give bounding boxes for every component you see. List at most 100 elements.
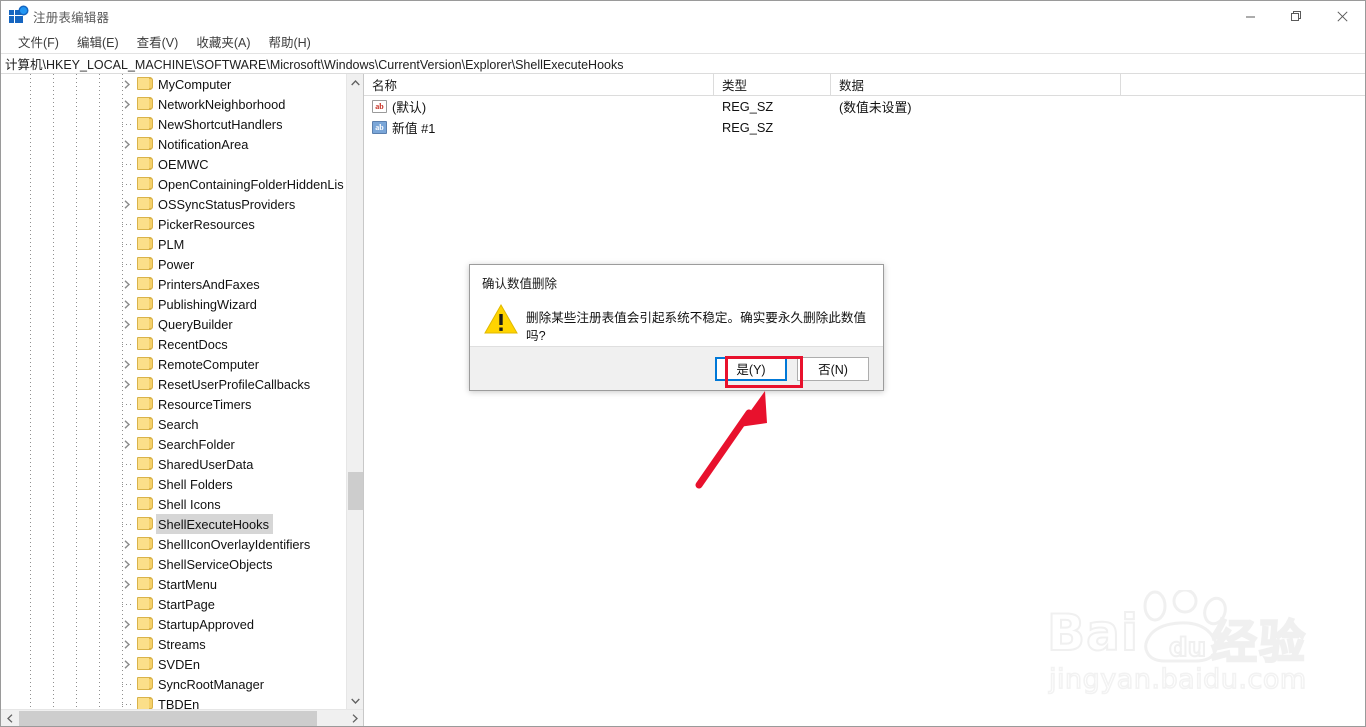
tree-hscrollbar-thumb[interactable] — [19, 711, 317, 726]
tree-item-label: ResourceTimers — [158, 396, 252, 412]
tree-item-notificationarea[interactable]: NotificationArea — [1, 134, 346, 154]
menu-item-edit[interactable]: 编辑(E) — [68, 30, 128, 54]
tree-item-shellserviceobjects[interactable]: ShellServiceObjects — [1, 554, 346, 574]
menu-item-favorites[interactable]: 收藏夹(A) — [187, 30, 259, 54]
chevron-right-icon[interactable] — [119, 614, 135, 634]
registry-tree[interactable]: MyComputer NetworkNeighborhood NewShortcut… — [1, 74, 346, 709]
registry-tree-pane: MyComputer NetworkNeighborhood NewShortcut… — [1, 74, 364, 726]
string-value-icon: ab — [372, 100, 387, 113]
folder-icon — [137, 217, 153, 230]
chevron-right-icon[interactable] — [119, 534, 135, 554]
chevron-right-icon[interactable] — [119, 94, 135, 114]
tree-item-resetuserprofilecallbacks[interactable]: ResetUserProfileCallbacks — [1, 374, 346, 394]
folder-icon — [137, 317, 153, 330]
folder-icon — [137, 397, 153, 410]
tree-item-recentdocs[interactable]: RecentDocs — [1, 334, 346, 354]
scroll-right-icon[interactable] — [346, 710, 363, 727]
chevron-right-icon[interactable] — [119, 634, 135, 654]
tree-item-shelliconoverlayidentifiers[interactable]: ShellIconOverlayIdentifiers — [1, 534, 346, 554]
column-header-type[interactable]: 类型 — [714, 74, 831, 95]
tree-item-shellexecutehooks[interactable]: ShellExecuteHooks — [1, 514, 346, 534]
tree-item-startupapproved[interactable]: StartupApproved — [1, 614, 346, 634]
tree-item-startpage[interactable]: StartPage — [1, 594, 346, 614]
menu-item-view[interactable]: 查看(V) — [128, 30, 188, 54]
values-list[interactable]: ab (默认) REG_SZ (数值未设置) ab 新值 #1 REG_SZ — [364, 96, 1365, 138]
tree-item-syncrootmanager[interactable]: SyncRootManager — [1, 674, 346, 694]
tree-item-startmenu[interactable]: StartMenu — [1, 574, 346, 594]
tree-item-mycomputer[interactable]: MyComputer — [1, 74, 346, 94]
folder-icon — [137, 497, 153, 510]
scroll-up-icon[interactable] — [347, 74, 363, 91]
scroll-left-icon[interactable] — [1, 710, 18, 727]
tree-item-label: NewShortcutHandlers — [158, 116, 283, 132]
tree-item-svden[interactable]: SVDEn — [1, 654, 346, 674]
chevron-right-icon[interactable] — [119, 434, 135, 454]
tree-item-shell-folders[interactable]: Shell Folders — [1, 474, 346, 494]
chevron-right-icon[interactable] — [119, 554, 135, 574]
chevron-right-icon[interactable] — [119, 74, 135, 94]
address-bar[interactable]: 计算机\HKEY_LOCAL_MACHINE\SOFTWARE\Microsof… — [1, 53, 1365, 74]
tree-item-streams[interactable]: Streams — [1, 634, 346, 654]
tree-item-label: ShellIconOverlayIdentifiers — [158, 536, 311, 552]
tree-item-label: OEMWC — [158, 156, 209, 172]
tree-item-querybuilder[interactable]: QueryBuilder — [1, 314, 346, 334]
tree-item-oemwc[interactable]: OEMWC — [1, 154, 346, 174]
tree-item-shareduserdata[interactable]: SharedUserData — [1, 454, 346, 474]
tree-item-label: Search — [158, 416, 199, 432]
tree-item-resourcetimers[interactable]: ResourceTimers — [1, 394, 346, 414]
no-button[interactable]: 否(N) — [797, 356, 869, 381]
value-row[interactable]: ab (默认) REG_SZ (数值未设置) — [364, 96, 1365, 117]
folder-icon — [137, 377, 153, 390]
tree-item-tbden[interactable]: TBDEn — [1, 694, 346, 709]
minimize-icon[interactable] — [1227, 1, 1273, 31]
chevron-right-icon[interactable] — [119, 194, 135, 214]
close-icon[interactable] — [1319, 1, 1365, 31]
chevron-right-icon[interactable] — [119, 654, 135, 674]
chevron-right-icon[interactable] — [119, 274, 135, 294]
chevron-right-icon[interactable] — [119, 314, 135, 334]
menu-item-help[interactable]: 帮助(H) — [259, 30, 319, 54]
tree-item-remotecomputer[interactable]: RemoteComputer — [1, 354, 346, 374]
tree-connector — [122, 264, 131, 265]
tree-vertical-scrollbar[interactable] — [346, 74, 363, 709]
tree-item-networkneighborhood[interactable]: NetworkNeighborhood — [1, 94, 346, 114]
tree-item-pickerresources[interactable]: PickerResources — [1, 214, 346, 234]
chevron-right-icon[interactable] — [119, 354, 135, 374]
baidu-watermark: Bai du 经验 jingyan.baidu.com — [1041, 590, 1341, 702]
tree-item-shell-icons[interactable]: Shell Icons — [1, 494, 346, 514]
tree-item-ossyncstatusproviders[interactable]: OSSyncStatusProviders — [1, 194, 346, 214]
folder-icon — [137, 417, 153, 430]
tree-item-label: RecentDocs — [158, 336, 228, 352]
folder-icon — [137, 77, 153, 90]
chevron-right-icon[interactable] — [119, 134, 135, 154]
tree-item-printersandfaxes[interactable]: PrintersAndFaxes — [1, 274, 346, 294]
watermark-suffix: 经验 — [1210, 615, 1307, 669]
tree-scrollbar-thumb[interactable] — [348, 472, 363, 510]
column-header-name[interactable]: 名称 — [364, 74, 714, 95]
yes-button[interactable]: 是(Y) — [715, 356, 787, 381]
chevron-right-icon[interactable] — [119, 374, 135, 394]
folder-icon — [137, 557, 153, 570]
warning-icon — [484, 303, 518, 335]
tree-item-newshortcuthandlers[interactable]: NewShortcutHandlers — [1, 114, 346, 134]
scroll-down-icon[interactable] — [347, 692, 363, 709]
tree-item-searchfolder[interactable]: SearchFolder — [1, 434, 346, 454]
value-row[interactable]: ab 新值 #1 REG_SZ — [364, 117, 1365, 138]
chevron-right-icon[interactable] — [119, 574, 135, 594]
tree-item-search[interactable]: Search — [1, 414, 346, 434]
window-controls — [1227, 1, 1365, 31]
dialog-title: 确认数值删除 — [470, 265, 883, 299]
tree-horizontal-scrollbar[interactable] — [1, 709, 363, 726]
folder-icon — [137, 337, 153, 350]
chevron-right-icon[interactable] — [119, 414, 135, 434]
tree-item-opencontainingfolderhiddenlis[interactable]: OpenContainingFolderHiddenLis — [1, 174, 346, 194]
column-header-data[interactable]: 数据 — [831, 74, 1121, 95]
tree-item-power[interactable]: Power — [1, 254, 346, 274]
menu-bar: 文件(F) 编辑(E) 查看(V) 收藏夹(A) 帮助(H) — [1, 31, 1365, 53]
chevron-right-icon[interactable] — [119, 294, 135, 314]
restore-icon[interactable] — [1273, 1, 1319, 31]
tree-item-plm[interactable]: PLM — [1, 234, 346, 254]
tree-item-publishingwizard[interactable]: PublishingWizard — [1, 294, 346, 314]
folder-icon — [137, 177, 153, 190]
menu-item-file[interactable]: 文件(F) — [9, 30, 68, 54]
